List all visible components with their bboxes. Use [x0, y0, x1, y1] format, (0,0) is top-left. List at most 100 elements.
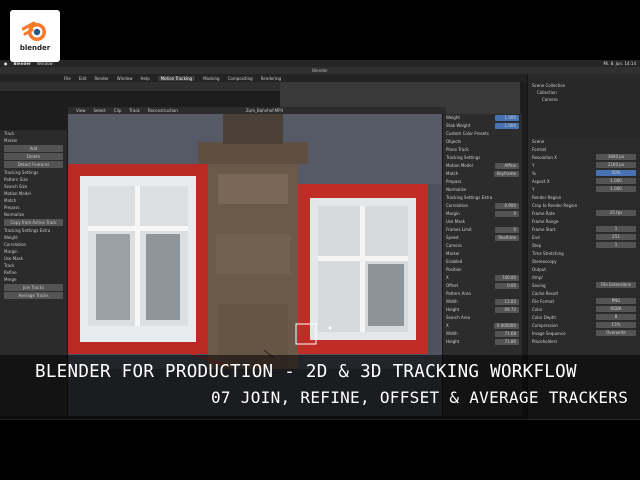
sidebar-row: Offset 0.00	[443, 282, 522, 290]
sidebar-field[interactable]: 09.72	[495, 307, 519, 313]
sidebar-field[interactable]: Realtime	[495, 235, 519, 241]
sidebar-field[interactable]: 0	[495, 227, 519, 233]
property-field[interactable]: 1	[596, 242, 636, 248]
workspace-tab[interactable]: Window	[117, 76, 133, 81]
tool-label: Prepass	[4, 205, 20, 210]
sidebar-label: Plane Track	[446, 147, 469, 152]
tool-button[interactable]: Join Tracks	[4, 284, 63, 291]
property-field[interactable]: 3840 px	[596, 154, 636, 160]
sidebar-field[interactable]: 0.900	[495, 203, 519, 209]
sidebar-field[interactable]: 0	[495, 211, 519, 217]
sidebar-field[interactable]: 1.000	[495, 123, 519, 129]
blender-logo: blender	[10, 10, 60, 62]
property-field[interactable]: RGBA	[596, 306, 636, 312]
sidebar-field[interactable]: 0.000000	[493, 323, 519, 329]
property-field[interactable]: 25 fps	[596, 210, 636, 216]
outliner-item[interactable]: Scene Collection	[528, 82, 640, 89]
workspace-tab[interactable]: Help	[140, 76, 149, 81]
workspace-tab[interactable]: Compositing	[228, 76, 253, 81]
property-label: Format	[532, 147, 547, 152]
tool-label: Tracking Settings Extra	[4, 228, 51, 233]
clip-menu-item[interactable]: View	[76, 108, 86, 113]
tool-label: Track	[4, 263, 15, 268]
property-field[interactable]: 1.000	[596, 178, 636, 184]
sidebar-label: Tracking Settings	[446, 155, 481, 160]
property-row: End 251	[528, 234, 640, 242]
clip-menu-item[interactable]: Reconstruction	[148, 108, 178, 113]
workspace-tab[interactable]: Render	[94, 76, 108, 81]
workspace-tab[interactable]: Edit	[79, 76, 87, 81]
property-row: Y 1.000	[528, 186, 640, 194]
property-field[interactable]: File Extensions	[596, 282, 636, 288]
tool-button[interactable]: Copy from Active Track	[4, 219, 63, 226]
clip-menu-item[interactable]: Track	[129, 108, 139, 113]
sidebar-row: X 740.00	[443, 274, 522, 282]
sidebar-field[interactable]: 12.82	[495, 299, 519, 305]
property-row: Scene	[528, 138, 640, 146]
workspace-tab[interactable]: File	[64, 76, 71, 81]
property-label: Frame Range	[532, 219, 559, 224]
property-label: Frame Rate	[532, 211, 555, 216]
outliner-item[interactable]: Camera	[528, 96, 640, 103]
sidebar-field[interactable]: 71.86	[495, 339, 519, 345]
tool-button[interactable]: Add	[4, 145, 63, 152]
sidebar-row: Search Area	[443, 314, 522, 322]
property-label: Y	[532, 187, 535, 192]
video-title: BLENDER FOR PRODUCTION - 2D & 3D TRACKIN…	[35, 362, 577, 382]
sidebar-label: Width	[446, 331, 458, 336]
property-row: Frame Range	[528, 218, 640, 226]
tool-button[interactable]: Average Tracks	[4, 292, 63, 299]
sidebar-row: Frames Limit 0	[443, 226, 522, 234]
property-field[interactable]: 1.000	[596, 186, 636, 192]
clip-name[interactable]: Zum_Bahnhof.MP4	[246, 108, 283, 113]
sidebar-label: Offset	[446, 283, 459, 288]
property-field[interactable]: 50%	[596, 170, 636, 176]
sidebar-field[interactable]: Keyframe	[493, 171, 519, 177]
property-row: /tmp/	[528, 274, 640, 282]
property-row: Render Region	[528, 194, 640, 202]
tool-button[interactable]: Delete	[4, 153, 63, 160]
sidebar-field[interactable]: Affine	[495, 163, 519, 169]
sidebar-field[interactable]: 71.68	[495, 331, 519, 337]
property-row: % 50%	[528, 170, 640, 178]
sidebar-label: Search Area	[446, 315, 471, 320]
property-field[interactable]: Overwrite	[596, 330, 636, 336]
property-field[interactable]: 251	[596, 234, 636, 240]
tool-button[interactable]: Detect Features	[4, 161, 63, 168]
property-label: Scene	[532, 139, 545, 144]
sidebar-row: Prepass	[443, 178, 522, 186]
workspace-tab[interactable]: Masking	[203, 76, 220, 81]
property-label: Step	[532, 243, 542, 248]
workspace-tab[interactable]: Motion Tracking	[157, 75, 196, 81]
tool-label: Refine	[4, 270, 17, 275]
sidebar-label: Stab Weight	[446, 123, 471, 128]
property-row: File Format PNG	[528, 298, 640, 306]
sidebar-field[interactable]: 0.00	[495, 283, 519, 289]
tool-label: Tracking Settings	[4, 170, 39, 175]
clip-editor-header: View Select Clip Track Reconstruction Zum_Bah…	[68, 107, 446, 114]
property-field[interactable]: 1	[596, 226, 636, 232]
sidebar-row: Position	[443, 266, 522, 274]
property-field[interactable]: 2160 px	[596, 162, 636, 168]
workspace-tab[interactable]: Rendering	[261, 76, 281, 81]
property-field[interactable]: 8	[596, 314, 636, 320]
property-field[interactable]: PNG	[596, 298, 636, 304]
clip-menu-item[interactable]: Select	[94, 108, 106, 113]
clip-menu-item[interactable]: Clip	[114, 108, 122, 113]
apple-icon[interactable]: ●	[4, 61, 8, 66]
property-row: Frame Rate 25 fps	[528, 210, 640, 218]
sidebar-row: Correlation 0.900	[443, 202, 522, 210]
sidebar-label: Frames Limit	[446, 227, 472, 232]
sidebar-label: Match	[446, 171, 459, 176]
sidebar-field[interactable]: 1.000	[495, 115, 519, 121]
property-row: Time Stretching	[528, 250, 640, 258]
property-row: Format	[528, 146, 640, 154]
blender-icon	[22, 21, 46, 41]
sidebar-row: X 0.000000	[443, 322, 522, 330]
outliner-item[interactable]: Collection	[528, 89, 640, 96]
tool-label: Motion Model	[4, 191, 31, 196]
macos-menu-bar: ● Blender Window Mi. 8. Jun. 14:14	[0, 60, 640, 67]
sidebar-field[interactable]: 740.00	[495, 275, 519, 281]
outliner: Scene Collection Collection Camera	[527, 74, 640, 138]
property-field[interactable]: 15%	[596, 322, 636, 328]
